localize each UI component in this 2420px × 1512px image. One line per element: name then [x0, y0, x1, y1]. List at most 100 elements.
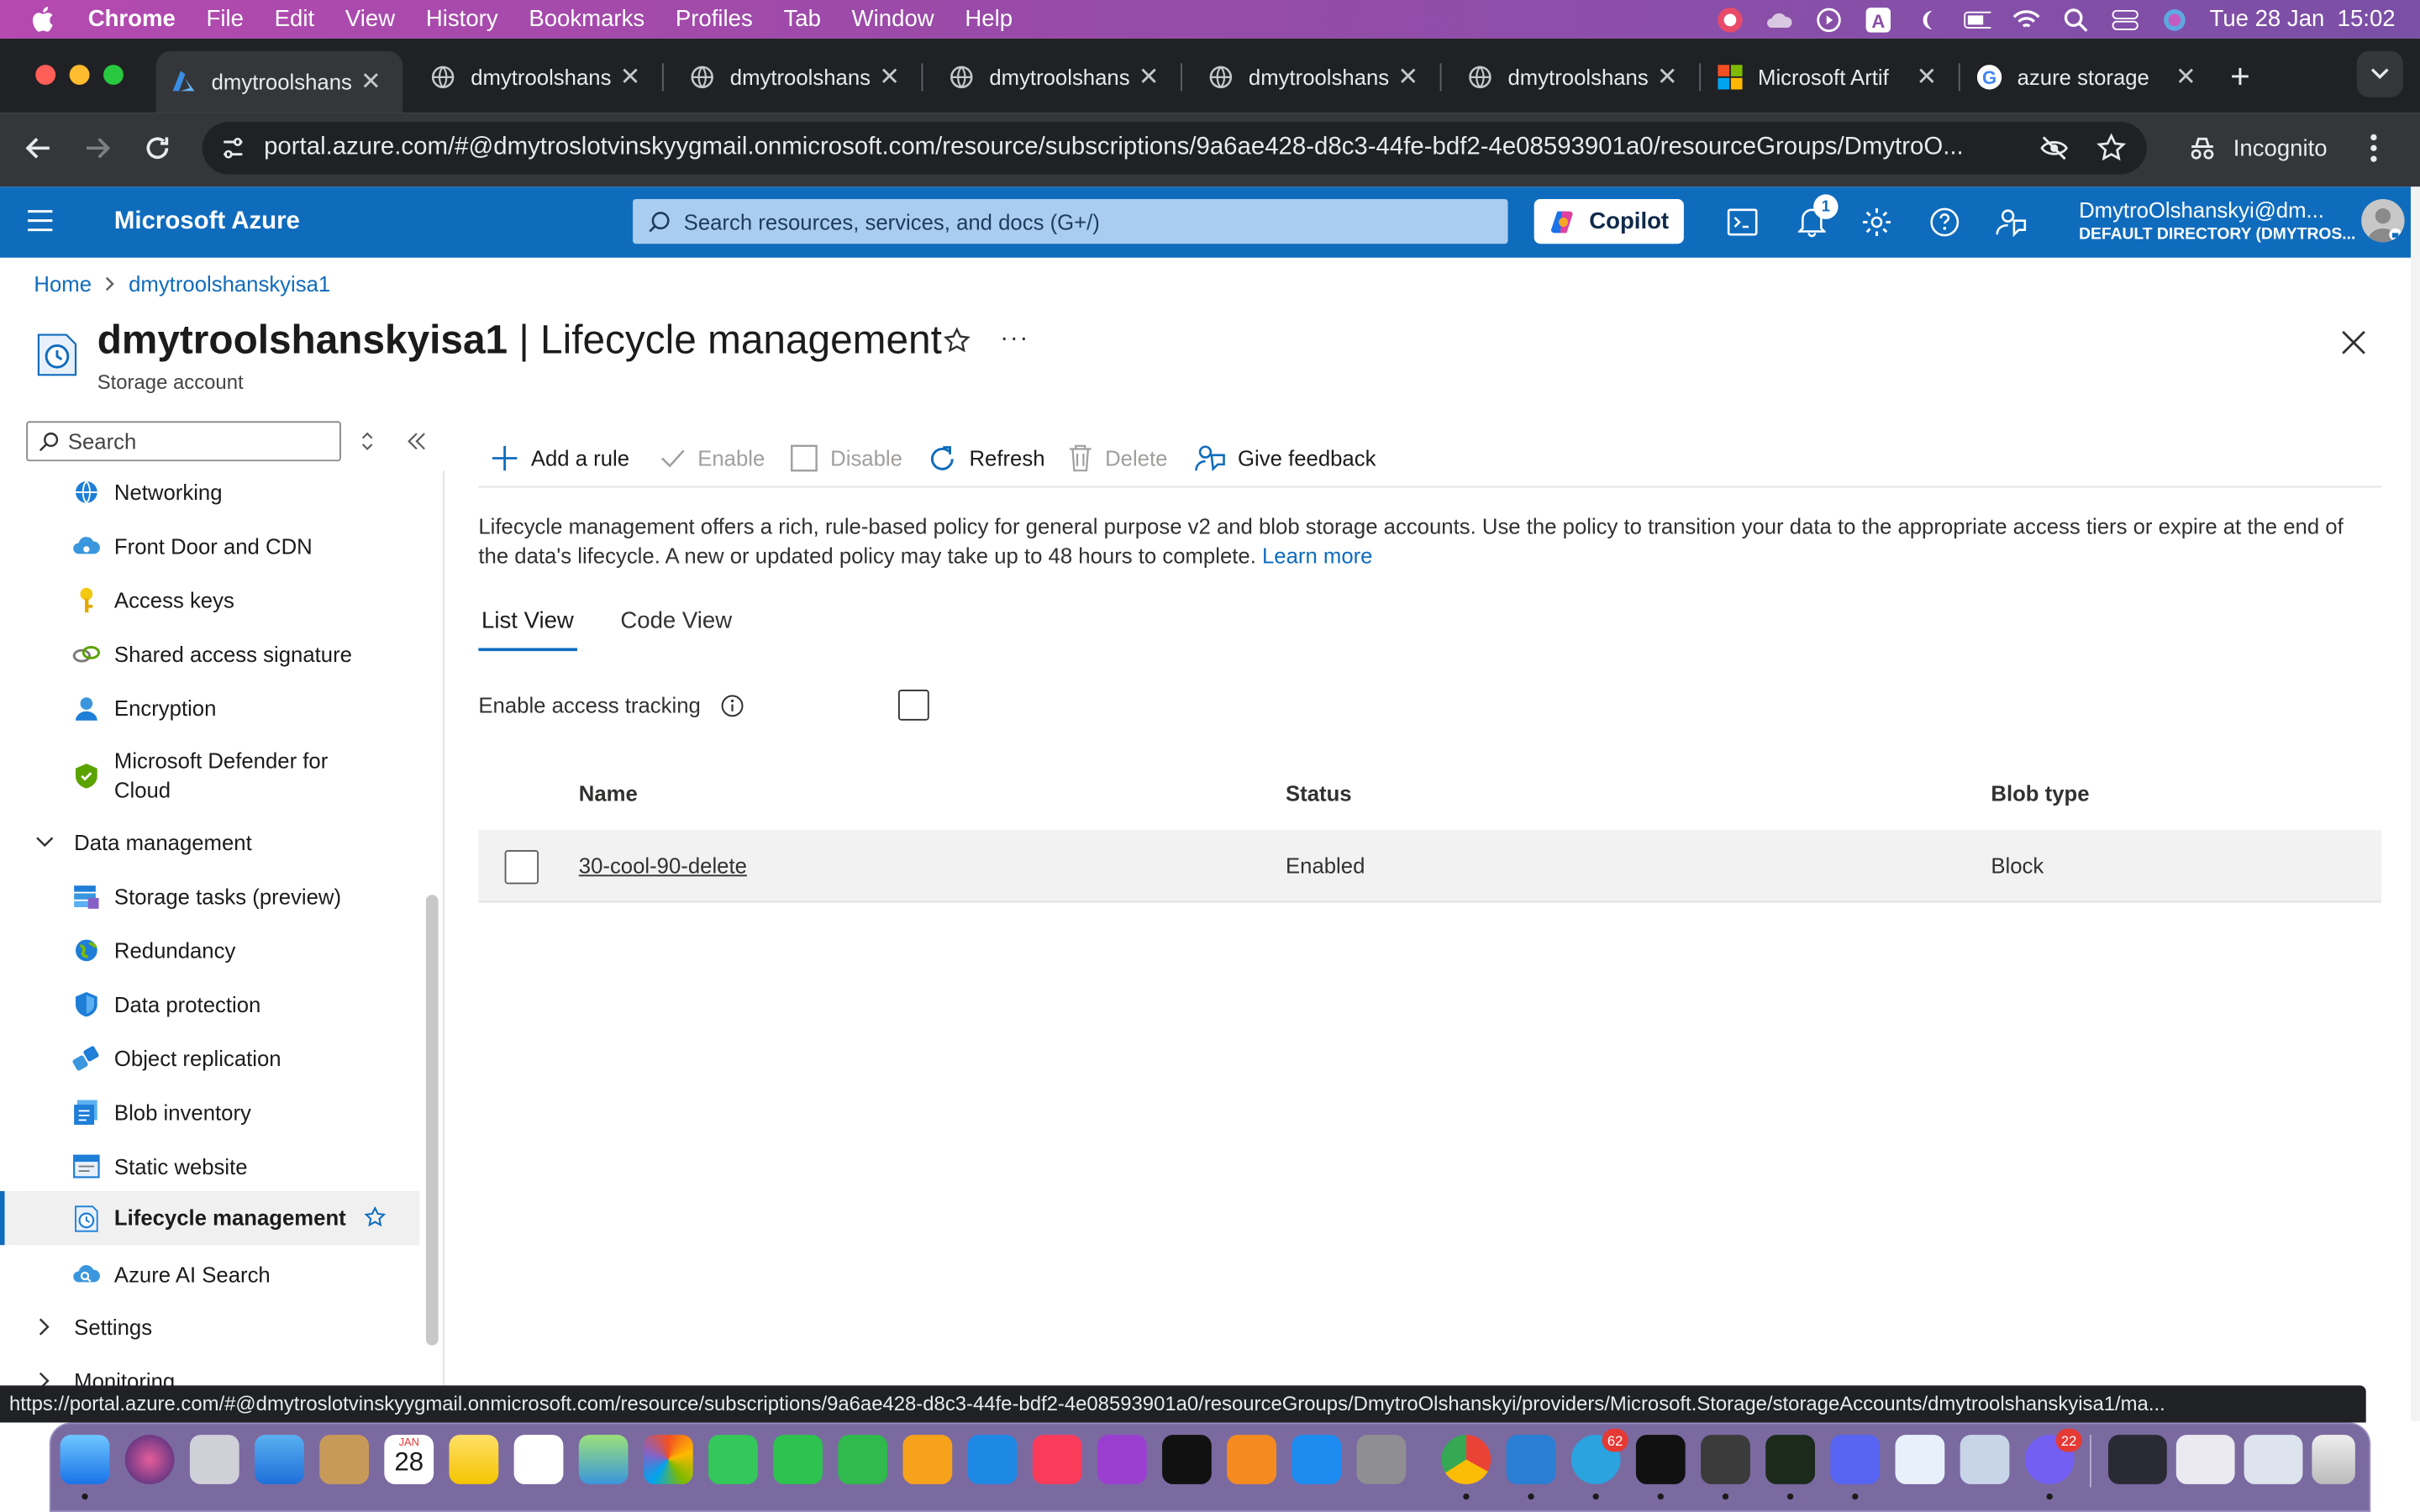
close-tab-icon[interactable]: ✕ [1397, 61, 1418, 92]
zoom-window-button[interactable] [103, 65, 124, 86]
browser-tab[interactable]: dmytroolshans ✕ [155, 50, 403, 113]
browser-tab[interactable]: dmytroolshans ✕ [1452, 51, 1702, 102]
close-tab-icon[interactable]: ✕ [620, 61, 641, 92]
enable-button[interactable]: Enable [660, 441, 765, 475]
tab-list-view[interactable]: List View [481, 608, 574, 634]
sidebar-item-azure-ai-search[interactable]: Azure AI Search [0, 1257, 420, 1291]
star-icon[interactable] [364, 1206, 387, 1228]
launchpad-icon[interactable] [189, 1435, 239, 1484]
menu-view[interactable]: View [345, 6, 395, 32]
terminal-app-icon[interactable] [1635, 1435, 1686, 1484]
screen-sharing-icon[interactable] [1895, 1435, 1945, 1484]
contacts-icon[interactable] [319, 1435, 369, 1484]
close-tab-icon[interactable]: ✕ [1139, 61, 1160, 92]
close-window-button[interactable] [35, 65, 56, 86]
trash-icon[interactable] [2312, 1435, 2355, 1484]
back-button[interactable] [24, 133, 55, 164]
notifications-button[interactable]: 1 [1793, 194, 1839, 240]
bookmark-star-icon[interactable] [2096, 133, 2127, 164]
menu-history[interactable]: History [426, 6, 498, 32]
sidebar-item-redundancy[interactable]: Redundancy [0, 933, 420, 967]
url-text[interactable]: portal.azure.com/#@dmytroslotvinskyygmai… [264, 134, 2023, 162]
sidebar-item-encryption[interactable]: Encryption [0, 691, 420, 725]
collapse-sidebar-button[interactable] [408, 432, 426, 450]
global-search-input[interactable]: Search resources, services, and docs (G+… [633, 198, 1508, 244]
info-icon[interactable] [721, 694, 744, 717]
menu-profiles[interactable]: Profiles [676, 6, 753, 32]
viber-icon[interactable]: 22 [2024, 1428, 2082, 1484]
app-store-icon[interactable] [1292, 1435, 1342, 1484]
close-blade-button[interactable] [2341, 330, 2365, 354]
music-icon[interactable] [1032, 1435, 1082, 1484]
podcasts-icon[interactable] [1097, 1435, 1147, 1484]
notes-icon[interactable] [449, 1435, 499, 1484]
address-bar[interactable]: portal.azure.com/#@dmytroslotvinskyygmai… [202, 122, 2147, 175]
portal-menu-button[interactable] [28, 210, 53, 232]
sidebar-item-object-replication[interactable]: Object replication [0, 1042, 420, 1075]
more-actions-button[interactable]: ··· [1000, 326, 1029, 354]
vscode-icon[interactable] [1506, 1435, 1556, 1484]
sidebar-item-front-door[interactable]: Front Door and CDN [0, 529, 420, 563]
refresh-button[interactable]: Refresh [928, 441, 1045, 475]
give-feedback-button[interactable]: Give feedback [1195, 441, 1376, 475]
close-tab-icon[interactable]: ✕ [879, 61, 900, 92]
sidebar-item-lifecycle-management[interactable]: Lifecycle management [0, 1190, 420, 1246]
column-header-name[interactable]: Name [579, 780, 638, 805]
menu-tab[interactable]: Tab [784, 6, 821, 32]
table-row[interactable] [478, 830, 2382, 903]
browser-tab[interactable]: dmytroolshans ✕ [415, 51, 664, 102]
incognito-indicator[interactable]: Incognito [2168, 123, 2344, 173]
menu-app-name[interactable]: Chrome [88, 6, 176, 32]
recent-window-thumbnail[interactable] [2107, 1435, 2167, 1484]
column-header-status[interactable]: Status [1286, 780, 1352, 805]
books-icon[interactable] [1227, 1435, 1276, 1484]
mail-icon[interactable] [255, 1435, 304, 1484]
breadcrumb-resource[interactable]: dmytroolshanskyisa1 [129, 271, 330, 296]
activity-monitor-icon[interactable] [1765, 1435, 1815, 1484]
system-settings-icon[interactable] [1356, 1435, 1407, 1484]
sidebar-item-data-protection[interactable]: Data protection [0, 988, 420, 1021]
chrome-icon[interactable] [1441, 1435, 1491, 1484]
azure-brand[interactable]: Microsoft Azure [114, 208, 300, 236]
browser-tab[interactable]: dmytroolshans ✕ [1193, 51, 1442, 102]
rule-name-link[interactable]: 30-cool-90-delete [579, 853, 747, 878]
reminders-icon[interactable] [513, 1435, 564, 1484]
cloud-shell-button[interactable] [1724, 203, 1761, 240]
new-tab-button[interactable]: + [2230, 57, 2250, 97]
browser-tab[interactable]: dmytroolshans ✕ [934, 51, 1182, 102]
messages-icon[interactable] [708, 1435, 758, 1484]
feedback-button[interactable] [1992, 203, 2029, 240]
settings-button[interactable] [1858, 203, 1895, 240]
wifi-icon[interactable] [2012, 5, 2039, 33]
eye-slash-icon[interactable] [2039, 134, 2070, 162]
menu-file[interactable]: File [207, 6, 244, 32]
sublime-text-icon[interactable] [1701, 1435, 1750, 1484]
menu-bookmarks[interactable]: Bookmarks [529, 6, 644, 32]
calendar-icon[interactable]: JAN 28 [384, 1435, 434, 1484]
minimize-window-button[interactable] [69, 65, 90, 86]
numbers-icon[interactable] [838, 1435, 888, 1484]
breadcrumb-home[interactable]: Home [34, 271, 92, 296]
input-source-icon[interactable]: A [1864, 5, 1891, 33]
keynote-icon[interactable] [967, 1435, 1018, 1484]
tab-code-view[interactable]: Code View [620, 608, 732, 634]
help-button[interactable] [1926, 203, 1963, 240]
access-tracking-checkbox[interactable] [897, 690, 929, 721]
account-menu[interactable]: DmytroOlshanskyi@dm... DEFAULT DIRECTORY… [2079, 197, 2355, 244]
siri-icon[interactable] [2160, 5, 2188, 33]
battery-icon[interactable] [1963, 5, 1991, 33]
photos-icon[interactable] [643, 1435, 693, 1484]
favorite-button[interactable] [943, 327, 971, 354]
sidebar-item-static-website[interactable]: Static website [0, 1149, 420, 1183]
menu-window[interactable]: Window [852, 6, 934, 32]
sidebar-group-data-management[interactable]: Data management [0, 826, 420, 859]
menubar-clock[interactable]: Tue 28 Jan 15:02 [2210, 6, 2396, 32]
telegram-icon[interactable]: 62 [1570, 1428, 1628, 1484]
sidebar-item-networking[interactable]: Networking [0, 475, 420, 509]
close-tab-icon[interactable]: ✕ [360, 66, 381, 97]
sidebar-group-settings[interactable]: Settings [0, 1310, 420, 1343]
close-tab-icon[interactable]: ✕ [1657, 61, 1678, 92]
sidebar-item-blob-inventory[interactable]: Blob inventory [0, 1095, 420, 1129]
close-tab-icon[interactable]: ✕ [1916, 61, 1937, 92]
play-circle-icon[interactable] [1814, 5, 1842, 33]
